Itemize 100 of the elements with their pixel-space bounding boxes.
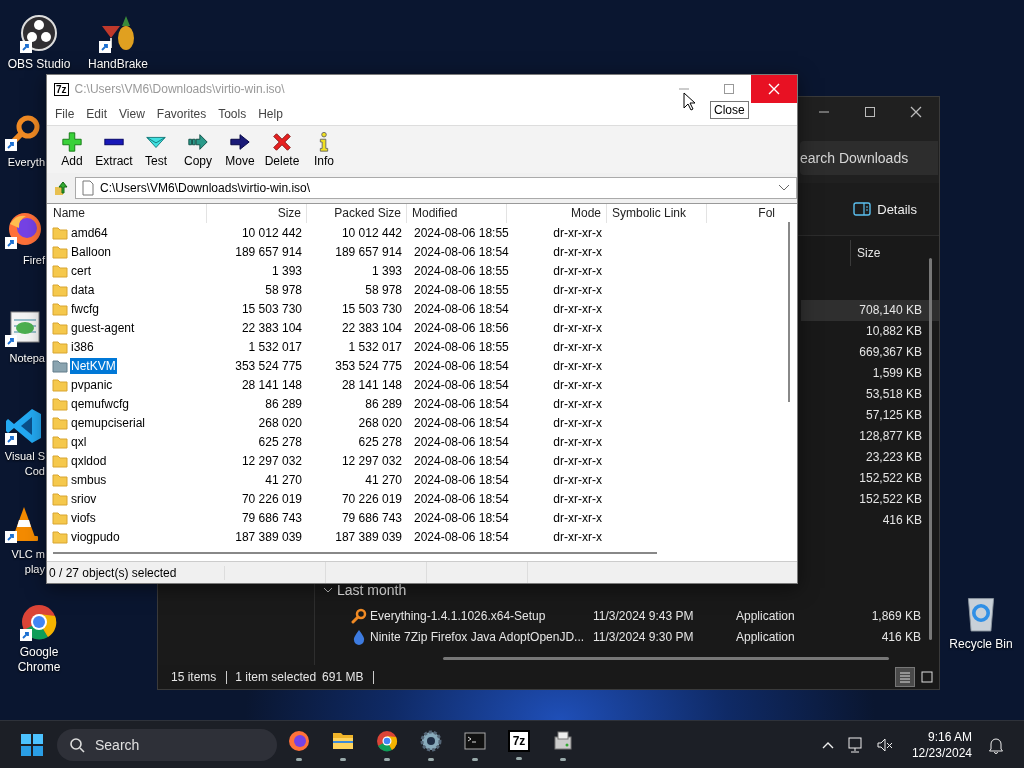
desktop-icon-label[interactable]: Notepa (0, 351, 45, 366)
details-view-button[interactable] (895, 667, 915, 687)
column-header[interactable]: Mode (507, 204, 607, 223)
table-cell-text: dr-xr-xr-x (552, 282, 603, 297)
vertical-scrollbar[interactable] (787, 222, 790, 402)
column-header[interactable]: Fol (707, 204, 780, 223)
desktop-icon-label[interactable]: VLC m play (0, 547, 45, 577)
folder-name[interactable]: qemufwcfg (70, 395, 131, 412)
list-lines-icon (898, 670, 912, 684)
desktop-icon-label[interactable]: OBS Studio (7, 57, 71, 72)
toolbar-button[interactable]: Move (219, 131, 261, 168)
browser-logo-icon[interactable] (375, 728, 399, 753)
table-cell-text: 15 503 730 (340, 301, 403, 316)
desktop-icon-label[interactable]: Google Chrome (1, 645, 77, 675)
menu-item[interactable]: File (49, 107, 81, 121)
settings-icon[interactable] (419, 728, 443, 753)
file-name[interactable]: Ninite 7Zip Firefox Java AdoptOpenJD... (370, 629, 593, 644)
toolbar-button[interactable]: Add (51, 131, 93, 168)
search-field[interactable]: Search (57, 728, 277, 761)
clock-time[interactable]: 9:16 AM (927, 728, 972, 745)
column-header[interactable]: Name (47, 204, 207, 223)
desktop-icon-label[interactable]: Visual S Cod (0, 449, 45, 479)
file-row[interactable]: 152,522 KB (801, 468, 939, 489)
desktop-icon-label[interactable]: Firef (0, 253, 45, 268)
file-row[interactable]: 416 KB (801, 510, 939, 531)
search-field[interactable]: earch Downloads (800, 141, 938, 175)
app-logo-icon[interactable]: 7z (507, 729, 531, 752)
menu-item[interactable]: Help (252, 107, 289, 121)
ring-logo-icon[interactable] (19, 14, 59, 54)
toolbar-button[interactable]: Test (135, 131, 177, 168)
toolbar-button[interactable]: Extract (93, 131, 135, 168)
file-size: 1,869 KB (870, 608, 921, 623)
folder-name[interactable]: Balloon (70, 243, 113, 260)
horizontal-scrollbar[interactable] (443, 657, 889, 660)
column-header[interactable]: Symbolic Link (607, 204, 707, 223)
document-icon (82, 180, 94, 196)
table-cell-text: 70 226 019 (340, 491, 403, 506)
clock-date[interactable]: 12/23/2024 (911, 744, 972, 761)
file-row[interactable]: 128,877 KB (801, 426, 939, 447)
folder-name[interactable]: qxl (70, 433, 88, 450)
file-row[interactable]: 53,518 KB (801, 384, 939, 405)
folder-name[interactable]: cert (70, 262, 92, 279)
file-row[interactable]: 669,367 KB (801, 342, 939, 363)
folder-name[interactable]: i386 (70, 338, 95, 355)
toolbar-button[interactable]: Info (303, 131, 345, 168)
folder-name[interactable]: fwcfg (70, 300, 100, 317)
chevron-icon[interactable] (323, 585, 333, 595)
desktop-icon-label[interactable]: Everyth (0, 155, 45, 170)
browser-logo-icon[interactable] (19, 602, 59, 642)
file-row[interactable]: 708,140 KB (801, 300, 939, 321)
close-icon (910, 106, 922, 118)
menu-item[interactable]: Tools (212, 107, 253, 121)
table-cell-text: 10 012 442 (340, 225, 403, 240)
table-cell-text: 1 532 017 (347, 339, 403, 354)
toolbar-button[interactable]: Copy (177, 131, 219, 168)
folder-name[interactable]: sriov (70, 490, 98, 507)
fox-globe-icon[interactable] (287, 728, 311, 753)
details-pane-button[interactable]: Details (849, 197, 921, 221)
table-cell-text: 12 297 032 (240, 453, 303, 468)
file-row[interactable]: 1,599 KB (801, 363, 939, 384)
table-cell-text: 2024-08-06 18:54 (413, 396, 507, 411)
column-header[interactable]: Packed Size (307, 204, 407, 223)
desktop-icon-label[interactable]: Recycle Bin (949, 637, 1013, 652)
folder-name[interactable]: data (70, 281, 96, 298)
folder-name[interactable]: smbus (70, 471, 108, 488)
table-cell-text: dr-xr-xr-x (552, 301, 603, 316)
table-cell-text: 2024-08-06 18:54 (413, 434, 507, 449)
code-ribbon-icon[interactable] (4, 406, 44, 446)
folder-name[interactable]: viogpudo (70, 528, 121, 544)
folder-name[interactable]: qemupciserial (70, 414, 147, 431)
vertical-scrollbar[interactable] (929, 258, 932, 640)
folder-name[interactable]: pvpanic (70, 376, 114, 393)
table-cell-text: 79 686 743 (340, 510, 403, 525)
fox-globe-icon[interactable] (4, 210, 44, 250)
file-row[interactable]: 57,125 KB (801, 405, 939, 426)
desktop-icon-label[interactable]: HandBrake (87, 57, 148, 72)
column-header[interactable]: Size (207, 204, 307, 223)
column-header[interactable]: Size (850, 240, 922, 266)
column-header[interactable]: Modified (407, 204, 507, 223)
table-cell-text: 2024-08-06 18:54 (413, 358, 507, 373)
toolbar-button[interactable]: Delete (261, 131, 303, 168)
folder-name[interactable]: qxldod (70, 452, 108, 469)
file-name[interactable]: Everything-1.4.1.1026.x64-Setup (370, 608, 593, 623)
folder-name[interactable]: amd64 (70, 224, 109, 241)
menu-item[interactable]: Edit (80, 107, 114, 121)
table-cell-text: 22 383 104 (340, 320, 403, 335)
menu-item[interactable]: Favorites (150, 107, 213, 121)
menu-item[interactable]: View (113, 107, 151, 121)
file-row[interactable]: 10,882 KB (801, 321, 939, 342)
table-cell-text: 2024-08-06 18:54 (413, 472, 507, 487)
group-header[interactable]: Last month (337, 582, 407, 598)
table-cell-text: 1 532 017 (247, 339, 303, 354)
path-field[interactable]: C:\Users\VM6\Downloads\virtio-win.iso\ (75, 177, 797, 199)
folder-name[interactable]: NetKVM (70, 357, 117, 374)
folder-name[interactable]: guest-agent (70, 319, 136, 336)
file-row[interactable]: 152,522 KB (801, 489, 939, 510)
folder-name[interactable]: viofs (70, 509, 97, 526)
file-row[interactable]: 23,223 KB (801, 447, 939, 468)
horizontal-scrollbar[interactable] (53, 551, 657, 554)
disk-drive-icon[interactable] (551, 728, 575, 753)
